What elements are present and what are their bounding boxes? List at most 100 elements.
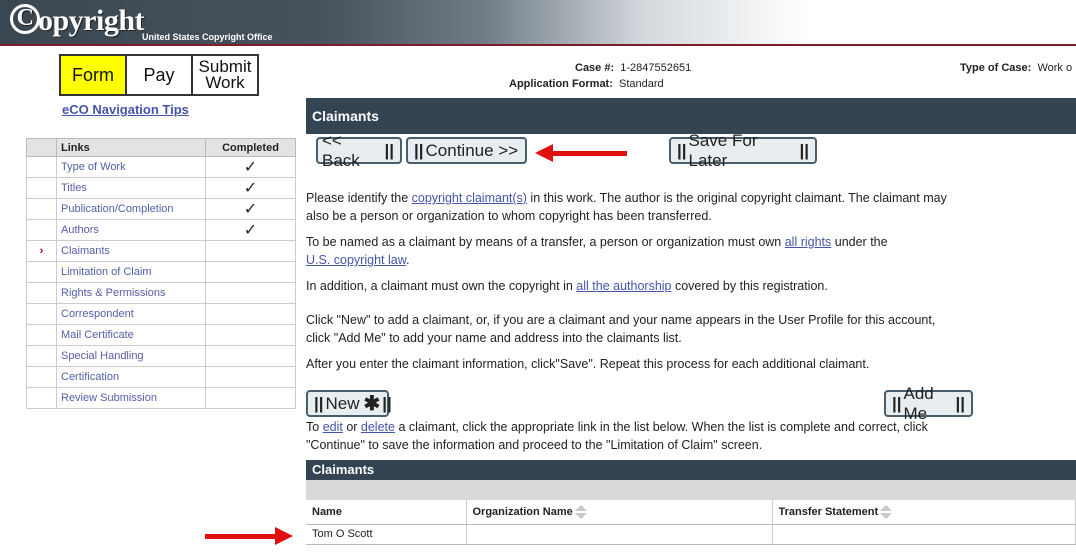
back-button[interactable]: << Back || — [316, 131, 402, 170]
section-title: Claimants — [306, 98, 1076, 134]
claimants-table: Name Organization Name Transfer Statemen… — [306, 500, 1076, 545]
step-submit-line2: Work — [205, 73, 245, 92]
all-rights-link[interactable]: all rights — [785, 235, 832, 249]
links-marker-cell — [26, 261, 57, 283]
sidebar-link[interactable]: Type of Work — [56, 156, 206, 178]
completed-col-header: Completed — [205, 138, 296, 157]
links-col-marker — [26, 138, 57, 157]
sidebar-link[interactable]: Rights & Permissions — [56, 282, 206, 304]
edit-link[interactable]: edit — [323, 420, 343, 434]
copyright-c-icon: C — [10, 4, 40, 34]
links-marker-cell — [26, 177, 57, 199]
sidebar-link[interactable]: Correspondent — [56, 303, 206, 325]
completed-cell — [205, 240, 296, 262]
sidebar-link[interactable]: Publication/Completion — [56, 198, 206, 220]
completed-cell — [205, 387, 296, 409]
authorship-paragraph: In addition, a claimant must own the cop… — [306, 279, 828, 293]
sort-icon[interactable] — [574, 504, 587, 519]
organization-col-header[interactable]: Organization Name — [466, 500, 773, 525]
claimants-list-toolbar — [306, 480, 1076, 500]
sidebar-link[interactable]: Limitation of Claim — [56, 261, 206, 283]
copyright-claimant-link[interactable]: copyright claimant(s) — [412, 191, 527, 205]
annotation-arrow-left-icon — [535, 144, 627, 162]
sidebar-link[interactable]: Claimants — [56, 240, 206, 262]
checkmark-icon: ✓ — [205, 177, 296, 199]
links-row[interactable]: Limitation of Claim — [26, 261, 296, 283]
delete-link[interactable]: delete — [361, 420, 395, 434]
sidebar-link[interactable]: Certification — [56, 366, 206, 388]
links-marker-cell — [26, 198, 57, 220]
links-col-header: Links — [56, 138, 206, 157]
edit-delete-paragraph: To edit or delete a claimant, click the … — [306, 420, 928, 452]
continue-button[interactable]: || Continue >> — [406, 137, 527, 164]
links-row[interactable]: Titles ✓ — [26, 177, 296, 199]
links-row[interactable]: Publication/Completion ✓ — [26, 198, 296, 220]
links-row[interactable]: Correspondent — [26, 303, 296, 325]
case-number-value: 1-2847552651 — [620, 62, 692, 74]
links-row[interactable]: › Claimants — [26, 240, 296, 262]
step-pay[interactable]: Pay — [127, 56, 193, 94]
save-for-later-button[interactable]: || Save For Later || — [669, 131, 817, 170]
type-of-case: Type of Case: Work o — [960, 62, 1072, 74]
sidebar-link[interactable]: Titles — [56, 177, 206, 199]
name-col-header[interactable]: Name — [306, 500, 467, 525]
completed-cell — [205, 324, 296, 346]
completed-cell — [205, 303, 296, 325]
application-format-label: Application Format: — [509, 78, 613, 90]
links-row[interactable]: Rights & Permissions — [26, 282, 296, 304]
sidebar-link[interactable]: Authors — [56, 219, 206, 241]
transfer-paragraph: To be named as a claimant by means of a … — [306, 235, 888, 267]
links-row[interactable]: Special Handling — [26, 345, 296, 367]
links-row[interactable]: Mail Certificate — [26, 324, 296, 346]
step-form[interactable]: Form — [61, 56, 127, 94]
links-marker-cell — [26, 219, 57, 241]
transfer-statement-col-header[interactable]: Transfer Statement — [772, 500, 1076, 525]
sidebar-link[interactable]: Mail Certificate — [56, 324, 206, 346]
all-the-authorship-link[interactable]: all the authorship — [576, 279, 671, 293]
navigation-tips-link[interactable]: eCO Navigation Tips — [62, 102, 189, 117]
sort-icon[interactable] — [880, 504, 893, 519]
continue-button-label: Continue >> — [425, 140, 519, 160]
step-tabs: Form Pay Submit Work — [59, 54, 259, 96]
checkmark-icon: ✓ — [205, 198, 296, 220]
claimant-transfer-cell — [772, 524, 1076, 545]
application-format-value: Standard — [619, 78, 664, 90]
links-row[interactable]: Type of Work ✓ — [26, 156, 296, 178]
new-addme-paragraph: Click "New" to add a claimant, or, if yo… — [306, 313, 936, 345]
links-row[interactable]: Review Submission — [26, 387, 296, 409]
checkmark-icon: ✓ — [205, 219, 296, 241]
links-marker-cell — [26, 366, 57, 388]
completed-cell — [205, 282, 296, 304]
sidebar-link[interactable]: Special Handling — [56, 345, 206, 367]
completed-cell — [205, 366, 296, 388]
save-instruction-paragraph: After you enter the claimant information… — [306, 357, 870, 371]
copyright-logo[interactable]: Copyright — [10, 4, 145, 38]
table-row[interactable]: Tom O Scott — [306, 524, 1076, 545]
links-marker-cell — [26, 156, 57, 178]
logo-subtitle: United States Copyright Office — [142, 32, 273, 42]
links-row[interactable]: Certification — [26, 366, 296, 388]
sidebar-link[interactable]: Review Submission — [56, 387, 206, 409]
new-claimant-button[interactable]: || New ✱ || — [306, 390, 392, 417]
step-submit-work[interactable]: Submit Work — [193, 56, 257, 94]
type-of-case-value: Work o — [1037, 62, 1073, 74]
add-me-button[interactable]: || Add Me || — [884, 384, 973, 423]
us-copyright-law-link[interactable]: U.S. copyright law — [306, 253, 406, 267]
new-button-label: New — [325, 393, 360, 413]
links-marker-cell — [26, 387, 57, 409]
claimant-org-cell — [466, 524, 773, 545]
completed-cell — [205, 345, 296, 367]
asterisk-icon: ✱ — [363, 393, 381, 415]
links-marker-cell — [26, 303, 57, 325]
links-marker-cell — [26, 282, 57, 304]
links-marker-cell — [26, 324, 57, 346]
annotation-arrow-right-icon — [205, 527, 293, 545]
completed-cell — [205, 261, 296, 283]
claimants-list-title: Claimants — [306, 460, 1076, 480]
checkmark-icon: ✓ — [205, 156, 296, 178]
application-format: Application Format: Standard — [509, 78, 664, 90]
intro-paragraph: Please identify the copyright claimant(s… — [306, 191, 947, 223]
current-step-chevron-icon: › — [26, 240, 57, 262]
claimant-name-cell[interactable]: Tom O Scott — [306, 524, 467, 545]
links-row[interactable]: Authors ✓ — [26, 219, 296, 241]
